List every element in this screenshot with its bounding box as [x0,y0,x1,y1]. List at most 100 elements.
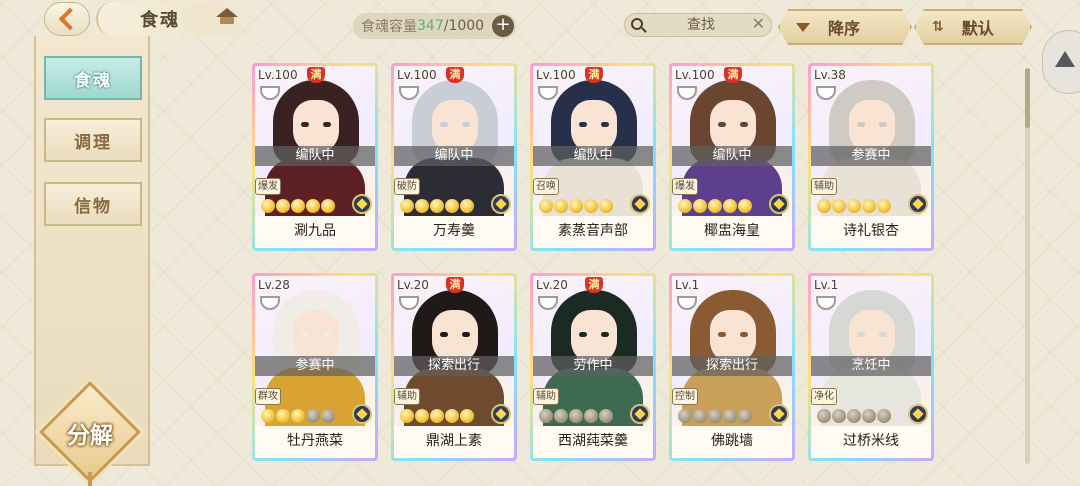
star-icon [445,409,459,423]
star-icon [877,409,891,423]
max-level-badge: 满 [585,67,603,83]
star-icon [693,199,707,213]
card-name: 鼎湖上素 [394,426,514,458]
star-icon [569,409,583,423]
sort-order-button[interactable]: 降序 [778,9,912,45]
side-expand-handle[interactable] [1042,30,1080,94]
sort-mode-button[interactable]: ⇅ 默认 [914,9,1032,45]
card-level: Lv.100 [397,68,437,82]
element-icon [908,194,928,214]
food-soul-card[interactable]: Lv.20 满劳作中 辅助 西湖莼菜羹 [530,273,656,461]
scrollbar-thumb[interactable] [1025,68,1030,128]
role-badge: 辅助 [811,178,837,195]
role-badge: 净化 [811,388,837,405]
role-badge: 控制 [672,388,698,405]
food-soul-card[interactable]: Lv.1 探索出行 控制 佛跳墙 [669,273,795,461]
star-icon [306,199,320,213]
element-icon [352,194,372,214]
max-level-badge: 满 [446,277,464,293]
search-box[interactable]: ✕ [624,13,772,37]
star-icon [862,409,876,423]
card-level: Lv.1 [675,278,700,292]
star-icon [693,409,707,423]
food-soul-card[interactable]: Lv.100 满编队中 破防 万寿羹 [391,63,517,251]
star-icon [430,409,444,423]
scrollbar[interactable] [1025,68,1030,464]
card-level: Lv.100 [675,68,715,82]
card-status: 烹饪中 [811,356,931,376]
card-status: 编队中 [672,146,792,166]
star-icon [723,199,737,213]
star-rating [817,409,891,423]
star-icon [460,409,474,423]
star-icon [817,409,831,423]
capacity-display: 食魂容量 347 /1000 + [353,13,516,39]
sort-down-icon [796,23,810,32]
home-icon[interactable] [216,8,238,26]
clear-icon[interactable]: ✕ [752,14,765,33]
capacity-add-button[interactable]: + [492,15,514,37]
card-name: 诗礼银杏 [811,216,931,248]
food-soul-card[interactable]: Lv.100 满编队中 爆发 涮九品 [252,63,378,251]
card-status: 参赛中 [255,356,375,376]
card-status: 劳作中 [533,356,653,376]
search-input[interactable] [653,16,749,34]
food-soul-card[interactable]: Lv.100 满编队中 爆发 椰盅海皇 [669,63,795,251]
star-icon [400,409,414,423]
food-soul-card[interactable]: Lv.38 参赛中辅助诗礼银杏 [808,63,934,251]
triangle-up-icon [1055,51,1075,67]
star-icon [445,199,459,213]
star-icon [460,199,474,213]
star-icon [261,409,275,423]
element-icon [769,194,789,214]
card-status: 参赛中 [811,146,931,166]
tassel-decoration [88,472,92,486]
back-chevron-icon [58,7,82,31]
star-rating [261,199,335,213]
card-level: Lv.28 [258,278,290,292]
food-soul-card[interactable]: Lv.1 烹饪中 净化 过桥米线 [808,273,934,461]
capacity-current: 347 [417,18,444,34]
tab-tiaoli[interactable]: 调理 [44,118,142,162]
star-icon [430,199,444,213]
star-icon [291,199,305,213]
card-name: 素蒸音声部 [533,216,653,248]
decompose-label[interactable]: 分解 [54,416,126,450]
star-icon [321,409,335,423]
star-icon [708,199,722,213]
star-icon [569,199,583,213]
star-icon [306,409,320,423]
card-name: 西湖莼菜羹 [533,426,653,458]
star-icon [847,199,861,213]
card-level: Lv.1 [814,278,839,292]
star-icon [678,199,692,213]
star-icon [539,199,553,213]
card-level: Lv.38 [814,68,846,82]
card-level: Lv.100 [258,68,298,82]
max-level-badge: 满 [446,67,464,83]
star-icon [678,409,692,423]
star-icon [832,409,846,423]
role-badge: 召唤 [533,178,559,195]
star-icon [554,409,568,423]
star-icon [400,199,414,213]
food-soul-card[interactable]: Lv.100 满编队中 召唤 素蒸音声部 [530,63,656,251]
tab-shihun[interactable]: 食魂 [44,56,142,100]
card-status: 探索出行 [672,356,792,376]
star-icon [554,199,568,213]
star-icon [261,199,275,213]
food-soul-card[interactable]: Lv.20 满探索出行 辅助 鼎湖上素 [391,273,517,461]
role-badge: 辅助 [394,388,420,405]
food-soul-card[interactable]: Lv.28 参赛中 群攻 牡丹燕菜 [252,273,378,461]
sort-order-label: 降序 [828,19,861,38]
element-icon [491,404,511,424]
max-level-badge: 满 [724,67,742,83]
card-name: 椰盅海皇 [672,216,792,248]
tab-xinwu[interactable]: 信物 [44,182,142,226]
back-button[interactable] [44,2,90,36]
star-rating [678,199,752,213]
left-sidebar: 食魂 调理 信物 分解 [34,36,150,486]
star-icon [276,409,290,423]
star-icon [539,409,553,423]
element-icon [908,404,928,424]
